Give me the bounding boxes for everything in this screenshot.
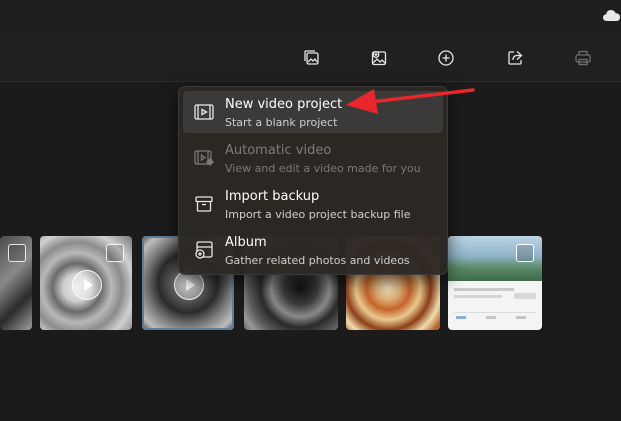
add-to-album-icon <box>371 51 387 66</box>
menu-item-automatic-video: Automatic video View and edit a video ma… <box>183 137 443 179</box>
menu-item-album[interactable]: Album Gather related photos and videos <box>183 229 443 271</box>
print-icon <box>575 50 591 66</box>
menu-item-title: Album <box>225 235 267 250</box>
menu-item-import-backup[interactable]: Import backup Import a video project bac… <box>183 183 443 225</box>
screenshot-divider <box>454 312 536 313</box>
video-project-icon <box>194 104 214 120</box>
menu-item-new-video-project[interactable]: New video project Start a blank project <box>183 91 443 133</box>
media-thumbnail-video[interactable] <box>40 236 132 330</box>
title-bar <box>0 0 621 33</box>
print-button[interactable] <box>570 45 596 71</box>
new-dropdown-menu: New video project Start a blank project … <box>178 86 448 275</box>
menu-item-title: Automatic video <box>225 143 332 158</box>
screenshot-button <box>514 293 536 299</box>
share-button[interactable] <box>502 45 528 71</box>
add-to-album-button[interactable] <box>366 45 392 71</box>
menu-item-title: New video project <box>225 97 343 112</box>
automatic-video-icon <box>194 150 214 166</box>
menu-item-subtitle: Gather related photos and videos <box>225 254 410 267</box>
media-thumbnail-photo[interactable] <box>0 236 32 330</box>
menu-item-subtitle: View and edit a video made for you <box>225 162 421 175</box>
select-checkbox[interactable] <box>8 244 26 262</box>
screenshot-line <box>454 295 502 298</box>
media-thumbnail-screenshot[interactable] <box>448 236 542 330</box>
archive-icon <box>195 196 213 212</box>
screenshot-action <box>456 316 466 319</box>
menu-item-subtitle: Start a blank project <box>225 116 338 129</box>
menu-item-subtitle: Import a video project backup file <box>225 208 411 221</box>
onedrive-cloud-icon[interactable] <box>603 9 621 23</box>
album-icon <box>195 241 213 259</box>
new-plus-icon <box>438 50 454 66</box>
new-button[interactable] <box>433 45 459 71</box>
select-checkbox[interactable] <box>106 244 124 262</box>
screenshot-action <box>486 316 496 319</box>
slideshow-icon <box>304 50 319 65</box>
play-icon <box>72 270 102 300</box>
screenshot-line <box>454 288 514 291</box>
share-icon <box>508 51 523 65</box>
menu-item-title: Import backup <box>225 189 320 204</box>
screenshot-action <box>516 316 526 319</box>
select-checkbox[interactable] <box>516 244 534 262</box>
slideshow-button[interactable] <box>299 45 325 71</box>
